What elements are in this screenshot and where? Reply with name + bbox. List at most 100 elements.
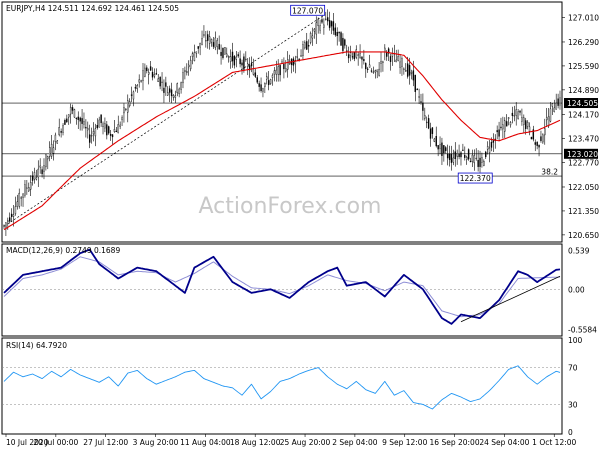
candle-body [319, 25, 321, 31]
macd-ytick-label: 0.539 [568, 246, 590, 255]
candle-body [117, 124, 119, 134]
candle-body [62, 125, 64, 133]
candle-body [134, 87, 137, 89]
candle-body [176, 83, 178, 93]
candle-body [485, 151, 487, 158]
candle-body [530, 136, 533, 140]
candle-body [483, 161, 485, 166]
candle-body [462, 149, 464, 151]
candle-body [69, 106, 72, 115]
candle-body [37, 168, 39, 178]
candle-body [132, 91, 135, 100]
candle-body [307, 45, 310, 47]
candle-body [304, 42, 306, 49]
price-ytick-label: 122.050 [568, 183, 599, 192]
candle-body [48, 147, 51, 157]
candle-body [526, 121, 529, 127]
candle-body [52, 147, 55, 154]
candle-body [264, 83, 266, 87]
candle-body [254, 72, 257, 77]
candle-body [406, 63, 409, 77]
candle-body [412, 70, 415, 81]
candle-body [365, 63, 367, 70]
candle-body [140, 80, 142, 82]
candle-body [431, 127, 434, 134]
candle-body [250, 63, 253, 67]
candle-body [366, 68, 369, 70]
candle-body [151, 71, 154, 78]
candle-body [241, 62, 243, 66]
candle-body [452, 157, 455, 163]
candle-body [113, 129, 116, 132]
candle-body [437, 145, 439, 150]
candle-body [405, 70, 407, 72]
candle-body [273, 70, 276, 75]
candle-body [353, 52, 356, 60]
candle-body [159, 76, 161, 87]
candle-body [227, 56, 230, 58]
candle-body [414, 74, 416, 92]
candle-body [342, 37, 344, 51]
candle-body [193, 52, 196, 61]
candle-body [464, 154, 466, 158]
candle-body [39, 165, 41, 168]
candle-body [386, 52, 388, 57]
candle-body [355, 49, 357, 58]
candle-body [153, 73, 156, 77]
candle-body [285, 68, 287, 72]
candle-body [473, 155, 476, 164]
candle-body [41, 169, 43, 175]
candle-body [481, 157, 483, 163]
candle-body [231, 51, 234, 62]
candle-body [16, 201, 19, 207]
candle-body [490, 142, 493, 148]
candle-body [283, 63, 285, 70]
candle-body [31, 175, 34, 181]
candle-body [111, 134, 114, 138]
candle-body [201, 38, 203, 45]
candle-body [50, 143, 53, 157]
candle-body [229, 56, 232, 62]
candle-body [245, 58, 247, 61]
candle-body [330, 21, 333, 27]
macd-line [3, 248, 561, 325]
candle-body [498, 129, 500, 137]
price-label-text-0: 124.505 [567, 99, 598, 108]
candle-body [104, 123, 106, 129]
price-ytick-label: 127.010 [568, 13, 599, 22]
candle-body [429, 128, 432, 139]
candle-body [410, 72, 413, 74]
candle-body [262, 88, 264, 92]
candle-body [216, 40, 218, 47]
candle-body [142, 70, 144, 81]
candle-body [441, 142, 443, 157]
candle-body [10, 213, 13, 217]
candle-body [3, 225, 5, 227]
candle-body [64, 120, 66, 125]
candle-body [275, 69, 277, 75]
candle-body [525, 120, 527, 129]
candle-body [184, 70, 186, 73]
x-tick-label: 9 Sep 12:00 [382, 438, 428, 447]
candle-body [458, 153, 460, 158]
candle-body [555, 102, 557, 110]
candle-body [12, 214, 15, 217]
candle-body [94, 128, 97, 137]
candle-body [302, 44, 304, 57]
candle-body [557, 98, 559, 106]
candle-body [43, 165, 45, 172]
candle-body [163, 87, 165, 93]
candle-body [363, 59, 365, 62]
candle-body [544, 128, 546, 136]
macd-plot [2, 248, 562, 325]
candle-body [492, 140, 495, 143]
candle-body [5, 222, 7, 228]
candle-body [553, 107, 555, 112]
candle-body [502, 124, 504, 130]
rsi-line [3, 365, 561, 410]
candle-body [424, 115, 426, 119]
candle-body [300, 55, 302, 57]
candle-body [77, 116, 79, 120]
candle-body [471, 154, 474, 162]
candle-body [389, 56, 392, 62]
